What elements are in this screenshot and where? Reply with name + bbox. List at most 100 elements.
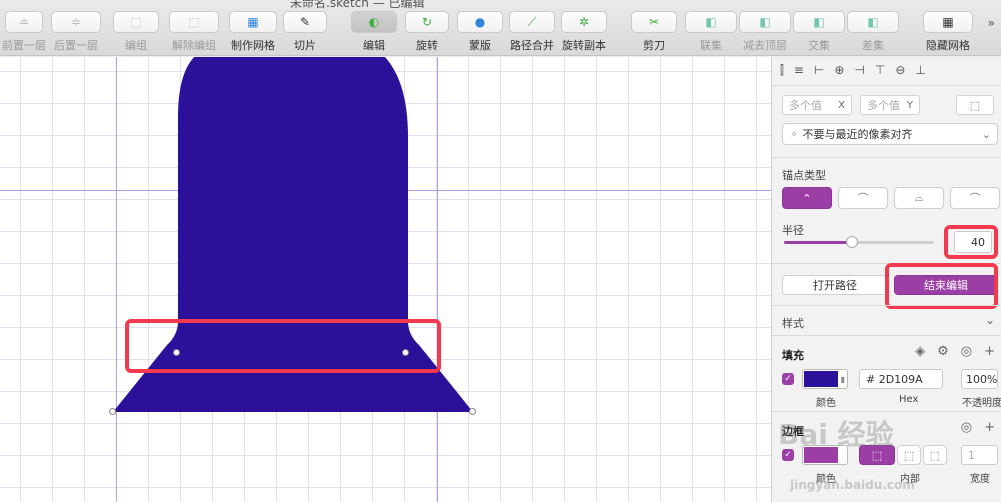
fill-label: 填充	[782, 349, 804, 362]
anchor-disconnected-button[interactable]: ⌓	[894, 187, 944, 209]
toolbar-union-button[interactable]: ◧ 联集	[680, 0, 742, 56]
highlight-finish-button	[885, 263, 998, 309]
toolbar-hide-grid-box: ▦	[923, 11, 973, 33]
toolbar-make-grid-box: ▦	[229, 11, 277, 33]
toolbar-make-grid-label: 制作网格	[231, 39, 275, 52]
fill-color-swatch[interactable]: ▮	[802, 369, 848, 389]
toolbar-group-box: ⬚	[113, 11, 159, 33]
chevron-down-icon[interactable]: ⌄	[985, 313, 995, 327]
toolbar-flatten-button[interactable]: ⟋ 路径合并	[504, 0, 560, 56]
toolbar-union-box: ◧	[685, 11, 737, 33]
pixel-snap-select[interactable]: ◦ 不要与最近的像素对齐 ⌄	[782, 123, 998, 145]
alignment-toolbar: ⫿ ≡ ⊢ ⊕ ⊣ ⊤ ⊖ ⊥	[780, 63, 926, 78]
toolbar-scissors-button[interactable]: ✂ 剪刀	[626, 0, 682, 56]
grid-icon: ▦	[247, 15, 259, 29]
border-width-caption: 宽度	[970, 474, 990, 485]
difference-icon: ◧	[867, 15, 879, 29]
border-width-input[interactable]: 1	[961, 445, 998, 465]
toolbar-intersect-button[interactable]: ◧ 交集	[788, 0, 850, 56]
y-field-placeholder: 多个值	[867, 99, 900, 112]
align-top-icon[interactable]: ⊤	[875, 63, 885, 78]
anchor-asymmetric-button[interactable]: ⌒	[950, 187, 1000, 209]
x-field[interactable]: 多个值 X	[782, 95, 852, 115]
hide-grid-icon: ▦	[942, 15, 954, 29]
open-path-button[interactable]: 打开路径	[782, 275, 888, 295]
ungroup-icon: ⬚	[188, 15, 200, 29]
transform-toggle-icon[interactable]: ⬚	[956, 95, 994, 115]
toolbar-overflow-button[interactable]: »	[988, 16, 995, 30]
anchor-mirrored-button[interactable]: ⌒	[838, 187, 888, 209]
x-field-placeholder: 多个值	[789, 99, 822, 112]
toolbar-hide-grid-label: 隐藏网格	[926, 39, 970, 52]
toolbar-ungroup-button[interactable]: ⬚ 解除编组	[164, 0, 224, 56]
toolbar-difference-button[interactable]: ◧ 差集	[842, 0, 904, 56]
align-bottom-icon[interactable]: ⊥	[915, 63, 925, 78]
fill-color-caption: 颜色	[816, 398, 836, 409]
toolbar-backward-box: ≑	[51, 11, 101, 33]
anchor-type-label: 锚点类型	[782, 169, 826, 182]
toolbar-flatten-label: 路径合并	[510, 39, 554, 52]
toolbar-rotate-copies-button[interactable]: ✲ 旋转副本	[556, 0, 612, 56]
border-outside-button[interactable]: ⬚	[923, 445, 947, 465]
divider	[772, 157, 1001, 158]
highlight-anchors	[125, 319, 441, 373]
shape-layer	[113, 57, 473, 412]
align-middle-icon[interactable]: ⊖	[895, 63, 905, 78]
radius-slider[interactable]	[784, 236, 934, 248]
border-center-button[interactable]: ⬚	[897, 445, 921, 465]
toolbar-subtract-button[interactable]: ◧ 减去顶层	[734, 0, 796, 56]
gear-icon[interactable]: ⚙	[937, 344, 949, 359]
toolbar-backward-button[interactable]: ≑ 后置一层	[46, 0, 106, 56]
intersect-icon: ◧	[813, 15, 825, 29]
divider	[772, 85, 1001, 86]
toolbar-subtract-label: 减去顶层	[743, 39, 787, 52]
anchor-straight-button[interactable]: ⌃	[782, 187, 832, 209]
anchor-point-bottom-right[interactable]	[469, 408, 476, 415]
toolbar-rotate-copies-box: ✲	[561, 11, 607, 33]
distribute-icon[interactable]: ≡	[794, 63, 804, 78]
rotate-icon: ↻	[421, 15, 433, 29]
fill-opacity-input[interactable]: 100%	[961, 369, 998, 389]
fill-hex-input[interactable]: # 2D109A	[859, 369, 943, 389]
toolbar-make-grid-button[interactable]: ▦ 制作网格	[224, 0, 282, 56]
toolbar-subtract-box: ◧	[739, 11, 791, 33]
blend-icon[interactable]: ◎	[961, 420, 972, 435]
toolbar-hide-grid-button[interactable]: ▦ 隐藏网格	[918, 0, 978, 56]
toolbar-rotate-button[interactable]: ↻ 旋转	[400, 0, 454, 56]
toolbar-mask-box: ●	[457, 11, 503, 33]
blend-icon[interactable]: ◎	[961, 344, 972, 359]
toolbar-edit-box: ◐	[351, 11, 397, 33]
toolbar-forward-label: 前置一层	[2, 39, 46, 52]
toolbar-group-button[interactable]: ⬚ 编组	[108, 0, 164, 56]
align-right-edge-icon[interactable]: ⊣	[854, 63, 864, 78]
scissors-icon: ✂	[648, 15, 660, 29]
align-left-edge-icon[interactable]: ⊢	[814, 63, 824, 78]
style-label: 样式	[782, 317, 804, 330]
toolbar-group-label: 编组	[125, 39, 147, 52]
toolbar-flatten-box: ⟋	[509, 11, 555, 33]
canvas[interactable]	[0, 57, 771, 502]
align-left-icon[interactable]: ⫿	[780, 63, 784, 78]
sketch-window: 未命名.sketch — 已编辑 ≐ 前置一层 ≑ 后置一层 ⬚ 编组 ⬚ 解除编组 ▦ 制作网格…	[0, 0, 1001, 502]
y-field[interactable]: 多个值 Y	[860, 95, 920, 115]
edit-icon: ◐	[368, 15, 380, 29]
select-bullet-icon: ◦	[791, 127, 798, 141]
toolbar-slice-button[interactable]: ✎ 切片	[278, 0, 332, 56]
layers-icon[interactable]: ◈	[915, 344, 925, 359]
mask-icon: ●	[474, 15, 486, 29]
toolbar-ungroup-label: 解除编组	[172, 39, 216, 52]
toolbar-forward-box: ≐	[5, 11, 43, 33]
toolbar-intersect-box: ◧	[793, 11, 845, 33]
anchor-point-bottom-left[interactable]	[109, 408, 116, 415]
toolbar-mask-button[interactable]: ● 蒙版	[452, 0, 508, 56]
fill-enabled-checkbox[interactable]: ✓	[782, 373, 794, 385]
toolbar-mask-label: 蒙版	[469, 39, 491, 52]
align-center-icon[interactable]: ⊕	[834, 63, 844, 78]
toolbar-forward-button[interactable]: ≐ 前置一层	[0, 0, 48, 56]
radius-slider-thumb[interactable]	[845, 236, 858, 248]
add-icon[interactable]: +	[984, 344, 995, 359]
fill-hex-caption: Hex	[899, 394, 919, 405]
toolbar-edit-button[interactable]: ◐ 编辑	[346, 0, 402, 56]
add-icon[interactable]: +	[984, 420, 995, 435]
toolbar-scissors-box: ✂	[631, 11, 677, 33]
